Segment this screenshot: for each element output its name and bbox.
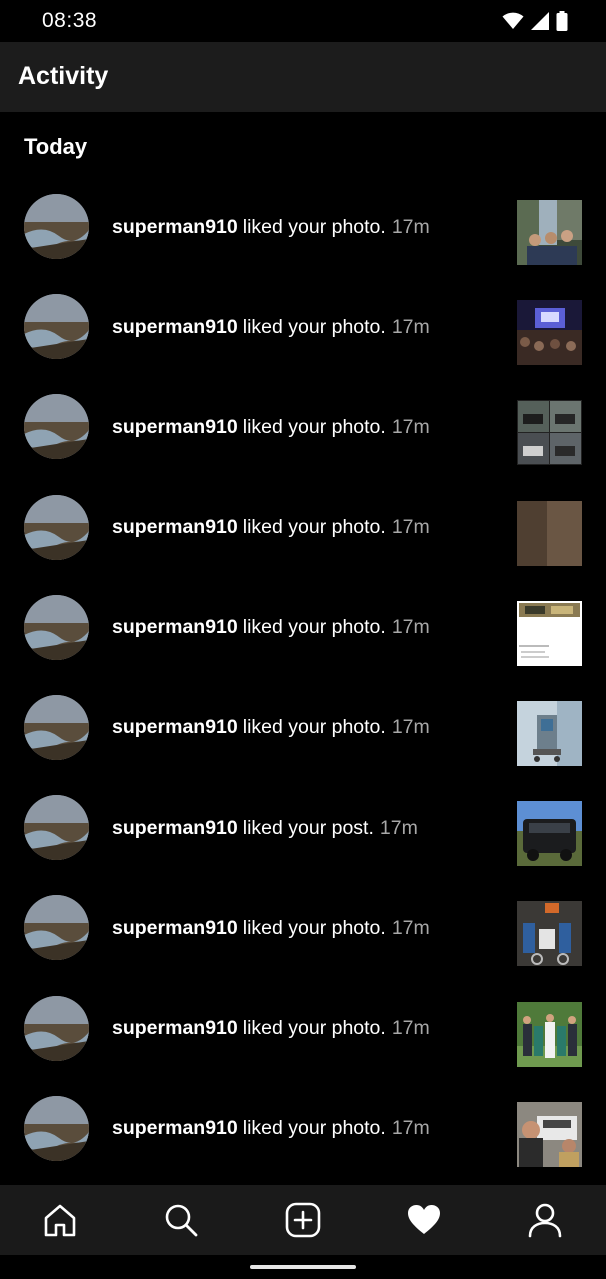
cell-signal-icon: [531, 12, 549, 30]
notification-text[interactable]: superman910 liked your photo. 17m: [112, 1079, 492, 1179]
avatar[interactable]: [24, 1095, 89, 1161]
notification-action: liked your photo.: [242, 916, 386, 939]
notification-text[interactable]: superman910 liked your photo. 17m: [112, 377, 492, 477]
notification-text[interactable]: superman910 liked your photo. 17m: [112, 878, 492, 978]
section-label-today: Today: [24, 134, 88, 159]
username[interactable]: superman910: [112, 516, 238, 539]
battery-icon: [556, 11, 568, 31]
avatar[interactable]: [24, 294, 89, 360]
avatar[interactable]: [24, 895, 89, 961]
username[interactable]: superman910: [112, 216, 238, 239]
avatar[interactable]: [24, 594, 89, 660]
timestamp: 17m: [391, 516, 430, 539]
post-thumbnail[interactable]: [517, 1101, 582, 1167]
timestamp: 17m: [391, 215, 430, 238]
notification-action: liked your photo.: [242, 716, 386, 739]
avatar[interactable]: [24, 494, 89, 560]
timestamp: 17m: [391, 616, 430, 639]
activity-row[interactable]: superman910 liked your photo. 17m: [0, 878, 606, 978]
activity-row[interactable]: superman910 liked your photo. 17m: [0, 377, 606, 477]
username[interactable]: superman910: [112, 817, 238, 840]
post-thumbnail[interactable]: [517, 801, 582, 867]
username[interactable]: superman910: [112, 1117, 238, 1140]
notification-action: liked your photo.: [242, 315, 386, 338]
status-time: 08:38: [42, 9, 98, 32]
username[interactable]: superman910: [112, 1017, 238, 1040]
home-icon[interactable]: [39, 1199, 81, 1241]
activity-row[interactable]: superman910 liked your photo. 17m: [0, 678, 606, 778]
username[interactable]: superman910: [112, 316, 238, 339]
timestamp: 17m: [391, 415, 430, 438]
notification-text[interactable]: superman910 liked your photo. 17m: [112, 678, 492, 778]
timestamp: 17m: [379, 816, 418, 839]
activity-row[interactable]: superman910 liked your photo. 17m: [0, 1079, 606, 1179]
post-thumbnail[interactable]: [517, 600, 582, 666]
notification-text[interactable]: superman910 liked your photo. 17m: [112, 277, 492, 377]
notification-text[interactable]: superman910 liked your post. 17m: [112, 778, 492, 878]
activity-row[interactable]: superman910 liked your photo. 17m: [0, 979, 606, 1079]
post-thumbnail[interactable]: [517, 700, 582, 766]
activity-row[interactable]: superman910 liked your photo. 17m: [0, 578, 606, 678]
status-icons: [502, 10, 568, 32]
post-thumbnail[interactable]: [517, 400, 582, 466]
username[interactable]: superman910: [112, 416, 238, 439]
notification-action: liked your photo.: [242, 1117, 386, 1140]
post-thumbnail[interactable]: [517, 500, 582, 566]
new-post-icon[interactable]: [282, 1199, 324, 1241]
post-thumbnail[interactable]: [517, 200, 582, 265]
notification-action: liked your photo.: [242, 616, 386, 639]
wifi-icon: [502, 12, 524, 29]
notification-text[interactable]: superman910 liked your photo. 17m: [112, 478, 492, 578]
username[interactable]: superman910: [112, 917, 238, 940]
app-bar: Activity: [0, 42, 606, 112]
notification-text[interactable]: superman910 liked your photo. 17m: [112, 979, 492, 1079]
post-thumbnail[interactable]: [517, 1001, 582, 1067]
post-thumbnail[interactable]: [517, 901, 582, 967]
post-thumbnail[interactable]: [517, 300, 582, 366]
profile-icon[interactable]: [524, 1199, 566, 1241]
notification-action: liked your photo.: [242, 516, 386, 539]
avatar[interactable]: [24, 694, 89, 760]
activity-row[interactable]: superman910 liked your post. 17m: [0, 778, 606, 878]
activity-row[interactable]: superman910 liked your photo. 17m: [0, 177, 606, 277]
search-icon[interactable]: [160, 1199, 202, 1241]
home-indicator[interactable]: [250, 1265, 356, 1269]
username[interactable]: superman910: [112, 716, 238, 739]
timestamp: 17m: [391, 1117, 430, 1140]
notification-action: liked your photo.: [242, 215, 386, 238]
activity-feed: superman910 liked your photo. 17m superm…: [0, 177, 606, 1179]
activity-row[interactable]: superman910 liked your photo. 17m: [0, 277, 606, 377]
timestamp: 17m: [391, 1017, 430, 1039]
page-title: Activity: [18, 62, 109, 90]
notification-text[interactable]: superman910 liked your photo. 17m: [112, 177, 492, 277]
avatar[interactable]: [24, 194, 89, 259]
timestamp: 17m: [391, 315, 430, 338]
activity-heart-icon[interactable]: [403, 1199, 445, 1241]
bottom-nav: [0, 1185, 606, 1255]
username[interactable]: superman910: [112, 616, 238, 639]
notification-text[interactable]: superman910 liked your photo. 17m: [112, 578, 492, 678]
timestamp: 17m: [391, 916, 430, 939]
notification-action: liked your photo.: [242, 415, 386, 438]
status-bar: 08:38: [0, 0, 606, 42]
notification-action: liked your photo.: [242, 1017, 386, 1039]
avatar[interactable]: [24, 394, 89, 460]
notification-action: liked your post.: [242, 816, 374, 839]
timestamp: 17m: [391, 716, 430, 739]
avatar[interactable]: [24, 995, 89, 1061]
avatar[interactable]: [24, 795, 89, 861]
activity-row[interactable]: superman910 liked your photo. 17m: [0, 478, 606, 578]
